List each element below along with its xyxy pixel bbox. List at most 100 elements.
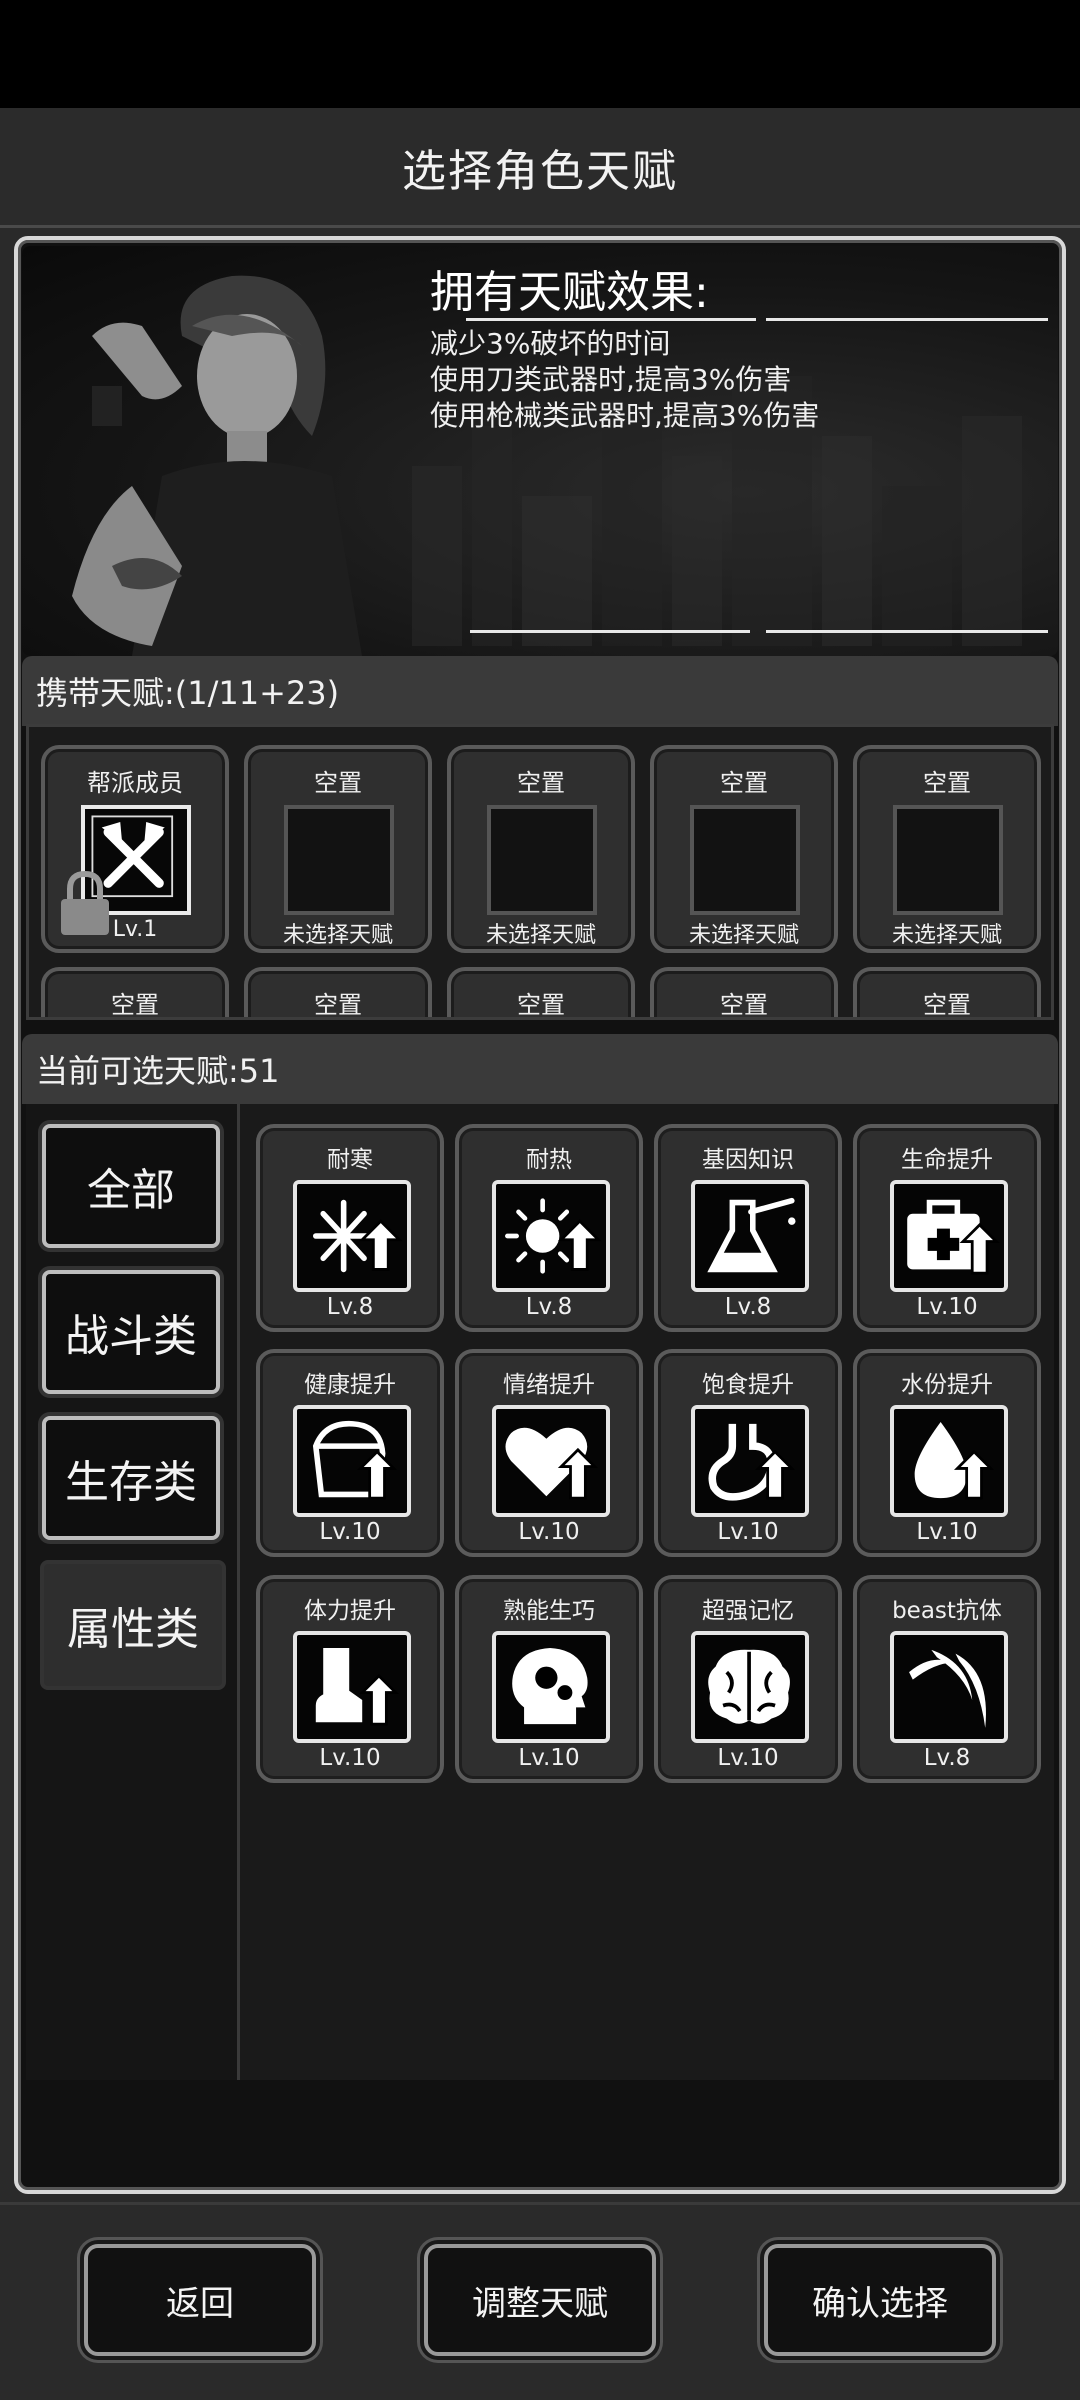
- category-survival-button[interactable]: 生存类: [42, 1416, 220, 1540]
- talent-name: 熟能生巧: [503, 1598, 595, 1624]
- slot-status: 未选择天赋: [485, 923, 596, 948]
- character-portrait: [72, 275, 362, 656]
- title-bar: 选择角色天赋: [0, 108, 1080, 228]
- brain-icon: [691, 1631, 809, 1743]
- lock-icon: [61, 870, 109, 935]
- talent-level: Lv.8: [326, 1294, 374, 1320]
- slot-title: 帮派成员: [87, 769, 183, 797]
- effect-line-3: 使用枪械类武器时,提高3%伤害: [430, 399, 820, 432]
- slot-status: 未选择天赋: [282, 923, 393, 948]
- carried-slot-7[interactable]: 空置: [244, 967, 432, 1019]
- talent-name: 耐热: [526, 1147, 572, 1173]
- carried-slot-9[interactable]: 空置: [650, 967, 838, 1019]
- talent-name: 饱食提升: [702, 1372, 794, 1398]
- empty-slot-box: [284, 805, 394, 915]
- carried-slot-3[interactable]: 空置 未选择天赋: [447, 745, 635, 953]
- slot-title: 空置: [111, 991, 159, 1019]
- talent-level: Lv.10: [717, 1519, 779, 1545]
- effects-list: 减少3%破坏的时间 使用刀类武器时,提高3%伤害 使用枪械类武器时,提高3%伤害: [430, 326, 819, 434]
- talent-name: 超强记忆: [702, 1598, 794, 1624]
- divider-top-left: [466, 318, 756, 321]
- effect-line-1: 减少3%破坏的时间: [430, 327, 671, 360]
- slot-title: 空置: [720, 769, 768, 797]
- talent-card[interactable]: 水份提升 Lv.10: [853, 1349, 1041, 1557]
- page-title: 选择角色天赋: [402, 145, 678, 197]
- carried-slot-6[interactable]: 空置: [41, 967, 229, 1019]
- carried-slot-5[interactable]: 空置 未选择天赋: [853, 745, 1041, 953]
- empty-slot-box: [893, 805, 1003, 915]
- talent-level: Lv.8: [923, 1745, 971, 1771]
- talent-card[interactable]: 生命提升 Lv.10: [853, 1124, 1041, 1332]
- slot-status: 未选择天赋: [891, 923, 1002, 948]
- claw-icon: [890, 1631, 1008, 1743]
- talent-name: 耐寒: [327, 1147, 373, 1173]
- talent-level: Lv.8: [724, 1294, 772, 1320]
- boot-up-icon: [293, 1631, 411, 1743]
- slot-title: 空置: [517, 769, 565, 797]
- talent-name: 体力提升: [304, 1598, 396, 1624]
- divider-top-right: [766, 318, 1048, 321]
- talent-level: Lv.8: [525, 1294, 573, 1320]
- adjust-talents-button[interactable]: 调整天赋: [424, 2244, 656, 2356]
- snowflake-up-icon: [293, 1180, 411, 1292]
- talent-name: 健康提升: [304, 1372, 396, 1398]
- talent-level: Lv.10: [916, 1294, 978, 1320]
- carried-slot-4[interactable]: 空置 未选择天赋: [650, 745, 838, 953]
- effect-line-2: 使用刀类武器时,提高3%伤害: [430, 363, 792, 396]
- head-gears-icon: [492, 1631, 610, 1743]
- talent-card[interactable]: 基因知识 Lv.8: [654, 1124, 842, 1332]
- slot-title: 空置: [314, 991, 362, 1019]
- talent-name: 生命提升: [901, 1147, 993, 1173]
- talent-card[interactable]: 熟能生巧 Lv.10: [455, 1575, 643, 1783]
- water-drop-up-icon: [890, 1405, 1008, 1517]
- talent-name: 水份提升: [901, 1372, 993, 1398]
- stomach-up-icon: [691, 1405, 809, 1517]
- empty-slot-box: [690, 805, 800, 915]
- carried-slot-1[interactable]: 帮派成员 Lv.1: [41, 745, 229, 953]
- carried-slot-10[interactable]: 空置: [853, 967, 1041, 1019]
- slot-title: 空置: [923, 991, 971, 1019]
- medkit-up-icon: [890, 1180, 1008, 1292]
- slot-title: 空置: [314, 769, 362, 797]
- carried-header: 携带天赋:(1/11+23): [22, 656, 1058, 726]
- category-combat-button[interactable]: 战斗类: [42, 1270, 220, 1394]
- talent-card[interactable]: 健康提升 Lv.10: [256, 1349, 444, 1557]
- divider-bottom-left: [470, 630, 750, 633]
- available-header: 当前可选天赋:51: [22, 1034, 1058, 1104]
- talent-level: Lv.10: [518, 1519, 580, 1545]
- back-button[interactable]: 返回: [84, 2244, 316, 2356]
- carried-slots-area[interactable]: 帮派成员 Lv.1 空置 未选择天赋 空置 未选择天赋 空置 未选择天赋 空置: [26, 724, 1054, 1020]
- effects-title: 拥有天赋效果:: [430, 267, 709, 318]
- talent-level: Lv.10: [916, 1519, 978, 1545]
- talent-card[interactable]: 耐热 Lv.8: [455, 1124, 643, 1332]
- talent-name: beast抗体: [892, 1598, 1002, 1624]
- talent-level: Lv.10: [319, 1519, 381, 1545]
- talent-card[interactable]: beast抗体 Lv.8: [853, 1575, 1041, 1783]
- divider-bottom-right: [766, 630, 1048, 633]
- character-hero: 拥有天赋效果: 减少3%破坏的时间 使用刀类武器时,提高3%伤害 使用枪械类武器…: [22, 246, 1058, 656]
- empty-slot-box: [487, 805, 597, 915]
- confirm-selection-button[interactable]: 确认选择: [764, 2244, 996, 2356]
- carried-slot-8[interactable]: 空置: [447, 967, 635, 1019]
- slot-title: 空置: [720, 991, 768, 1019]
- talent-name: 基因知识: [702, 1147, 794, 1173]
- flask-icon: [691, 1180, 809, 1292]
- available-label: 当前可选天赋:51: [36, 1052, 280, 1090]
- category-attribute-button[interactable]: 属性类: [40, 1560, 226, 1690]
- talent-card[interactable]: 耐寒 Lv.8: [256, 1124, 444, 1332]
- talent-level: Lv.10: [717, 1745, 779, 1771]
- talent-level: Lv.10: [518, 1745, 580, 1771]
- category-all-button[interactable]: 全部: [42, 1124, 220, 1248]
- carried-slot-2[interactable]: 空置 未选择天赋: [244, 745, 432, 953]
- talent-card[interactable]: 超强记忆 Lv.10: [654, 1575, 842, 1783]
- carried-label: 携带天赋:(1/11+23): [36, 674, 340, 712]
- heart-up-icon: [492, 1405, 610, 1517]
- slot-title: 空置: [517, 991, 565, 1019]
- talent-card[interactable]: 体力提升 Lv.10: [256, 1575, 444, 1783]
- slot-status: 未选择天赋: [688, 923, 799, 948]
- talent-card[interactable]: 情绪提升 Lv.10: [455, 1349, 643, 1557]
- talent-card[interactable]: 饱食提升 Lv.10: [654, 1349, 842, 1557]
- slot-title: 空置: [923, 769, 971, 797]
- talent-name: 情绪提升: [503, 1372, 595, 1398]
- health-up-icon: [293, 1405, 411, 1517]
